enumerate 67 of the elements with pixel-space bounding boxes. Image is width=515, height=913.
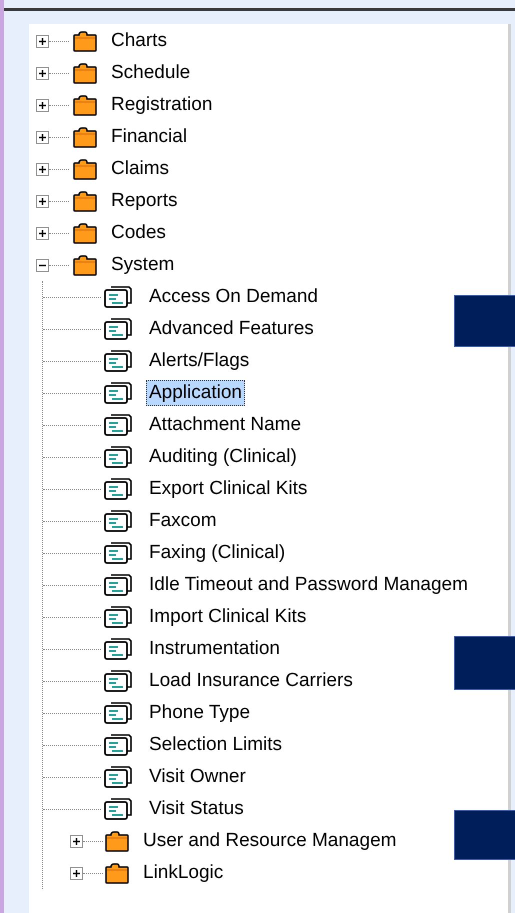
tree-item[interactable]: Idle Timeout and Password Managem xyxy=(146,572,471,598)
tree-item[interactable]: Export Clinical Kits xyxy=(146,476,310,502)
folder-icon xyxy=(73,158,97,180)
tree-item[interactable]: Charts xyxy=(108,28,170,54)
tree-item[interactable]: Visit Status xyxy=(146,796,247,822)
folder-icon xyxy=(73,94,97,116)
tree-item[interactable]: Phone Type xyxy=(146,700,254,726)
folder-icon xyxy=(73,190,97,212)
document-icon xyxy=(103,349,133,373)
document-icon xyxy=(103,605,133,629)
tree-item[interactable]: Selection Limits xyxy=(146,732,286,758)
expand-icon[interactable] xyxy=(70,834,83,848)
redaction-block xyxy=(454,810,515,860)
tree-item[interactable]: System xyxy=(108,252,178,278)
document-icon xyxy=(103,701,133,725)
tree-item[interactable]: Claims xyxy=(108,156,172,182)
folder-icon xyxy=(73,254,97,276)
tree-item[interactable]: User and Resource Managem xyxy=(140,828,400,854)
tree-item[interactable]: Schedule xyxy=(108,60,194,86)
document-icon xyxy=(103,797,133,821)
tree-item[interactable]: Application xyxy=(146,380,245,406)
expand-icon[interactable] xyxy=(70,866,83,880)
document-icon xyxy=(103,669,133,693)
document-icon xyxy=(103,477,133,501)
folder-icon xyxy=(73,30,97,52)
document-icon xyxy=(103,637,133,661)
tree-item[interactable]: Advanced Features xyxy=(146,316,317,342)
tree-item[interactable]: Reports xyxy=(108,188,181,214)
document-icon xyxy=(103,509,133,533)
expand-icon[interactable] xyxy=(36,226,49,240)
folder-icon xyxy=(73,222,97,244)
tree-item[interactable]: Visit Owner xyxy=(146,764,249,790)
tree-item[interactable]: Registration xyxy=(108,92,216,118)
folder-icon xyxy=(105,862,129,884)
tree-item[interactable]: LinkLogic xyxy=(140,860,226,886)
document-icon xyxy=(103,381,133,405)
folder-icon xyxy=(73,126,97,148)
tree-item[interactable]: Import Clinical Kits xyxy=(146,604,310,630)
redaction-block xyxy=(454,636,515,690)
folder-icon xyxy=(73,62,97,84)
expand-icon[interactable] xyxy=(36,66,49,80)
folder-icon xyxy=(105,830,129,852)
tree-item[interactable]: Financial xyxy=(108,124,190,150)
redaction-block xyxy=(454,295,515,347)
expand-icon[interactable] xyxy=(36,162,49,176)
expand-icon[interactable] xyxy=(36,34,49,48)
document-icon xyxy=(103,317,133,341)
tree-item[interactable]: Access On Demand xyxy=(146,284,321,310)
document-icon xyxy=(103,573,133,597)
document-icon xyxy=(103,733,133,757)
tree-item[interactable]: Faxcom xyxy=(146,508,220,534)
document-icon xyxy=(103,445,133,469)
document-icon xyxy=(103,541,133,565)
tree-item[interactable]: Faxing (Clinical) xyxy=(146,540,288,566)
tree-item[interactable]: Codes xyxy=(108,220,169,246)
expand-icon[interactable] xyxy=(36,98,49,112)
expand-icon[interactable] xyxy=(36,194,49,208)
collapse-icon[interactable] xyxy=(36,258,49,272)
tree-item[interactable]: Auditing (Clinical) xyxy=(146,444,300,470)
tree-item[interactable]: Attachment Name xyxy=(146,412,304,438)
document-icon xyxy=(103,765,133,789)
expand-icon[interactable] xyxy=(36,130,49,144)
document-icon xyxy=(103,285,133,309)
tree-item[interactable]: Load Insurance Carriers xyxy=(146,668,356,694)
tree-item[interactable]: Instrumentation xyxy=(146,636,283,662)
document-icon xyxy=(103,413,133,437)
tree-item[interactable]: Alerts/Flags xyxy=(146,348,252,374)
